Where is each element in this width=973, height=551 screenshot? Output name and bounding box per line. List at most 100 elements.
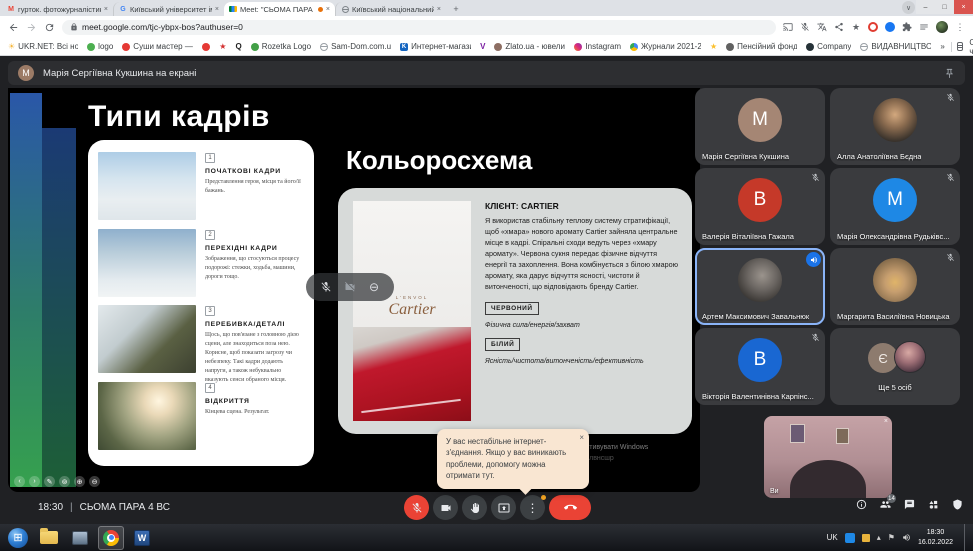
zoom-in-icon[interactable]: ⊕ bbox=[74, 476, 85, 487]
windows-start-icon: ⊞ bbox=[8, 528, 28, 548]
present-button[interactable] bbox=[491, 495, 516, 520]
more-options-button[interactable]: ⋮ bbox=[520, 495, 545, 520]
app-taskbar-button[interactable] bbox=[67, 526, 93, 550]
camera-button[interactable] bbox=[433, 495, 458, 520]
tray-clock[interactable]: 18:30 16.02.2022 bbox=[918, 528, 953, 547]
explorer-taskbar-button[interactable] bbox=[36, 526, 62, 550]
chat-icon[interactable] bbox=[904, 499, 915, 510]
bookmark-star2[interactable]: ★ bbox=[710, 43, 717, 51]
bookmark-v[interactable]: V bbox=[480, 43, 485, 51]
window-close-button[interactable]: × bbox=[954, 0, 973, 14]
bookmark-pension[interactable]: Пенсійний фонд У... bbox=[726, 42, 797, 51]
bookmark-rozetka[interactable]: Rozetka Logo bbox=[251, 42, 311, 51]
tab-university[interactable]: G Київський університет імені Бор × bbox=[113, 2, 224, 16]
laser-icon[interactable]: ⊚ bbox=[59, 476, 70, 487]
show-desktop-button[interactable] bbox=[964, 524, 970, 551]
url-field[interactable]: meet.google.com/tjc-ybpx-bos?authuser=0 bbox=[62, 20, 776, 35]
activities-icon[interactable] bbox=[928, 499, 939, 510]
bookmark-red[interactable] bbox=[202, 43, 210, 51]
star-icon: ★ bbox=[219, 43, 226, 51]
more-people-tile[interactable]: Є Ще 5 осіб bbox=[830, 328, 960, 405]
item-number: 4 bbox=[205, 383, 215, 393]
back-icon[interactable] bbox=[8, 22, 19, 33]
bookmark-drive[interactable]: Журнали 2021-2022 bbox=[630, 42, 701, 51]
reading-list-label[interactable]: Список читання bbox=[969, 38, 973, 56]
participant-tile[interactable]: Алла Анатоліївна Бєдна bbox=[830, 88, 960, 165]
bookmark-shop[interactable]: KИнтернет-магазин... bbox=[400, 42, 471, 51]
profile-avatar[interactable] bbox=[936, 21, 948, 33]
tab-search-chevron-icon[interactable]: ∨ bbox=[902, 1, 915, 14]
avatar: М bbox=[873, 178, 917, 222]
bookmark-instagram[interactable]: Instagram bbox=[574, 42, 621, 51]
tooltip-close-icon[interactable]: × bbox=[579, 432, 584, 444]
tab-close-icon[interactable]: × bbox=[326, 6, 330, 13]
avatar: В bbox=[738, 178, 782, 222]
bookmark-star-icon[interactable]: ★ bbox=[851, 22, 861, 32]
tab-knu[interactable]: Київський національний універ × bbox=[335, 2, 446, 16]
tray-up-arrow-icon[interactable]: ▴ bbox=[877, 534, 881, 542]
letter-v-icon: V bbox=[480, 43, 485, 51]
forward-icon[interactable] bbox=[26, 22, 37, 33]
word-taskbar-button[interactable]: W bbox=[129, 526, 155, 550]
chrome-taskbar-button[interactable] bbox=[98, 526, 124, 550]
participants-grid: М Марія Сергіївна Кукшина Алла Анатоліїв… bbox=[695, 88, 965, 405]
participant-tile[interactable]: М Марія Олександрівна Рудьківс... bbox=[830, 168, 960, 245]
bookmark-ukrnet[interactable]: ☀UKR.NET: Всі нови... bbox=[8, 42, 78, 51]
host-controls-shield-icon[interactable] bbox=[952, 499, 963, 510]
participant-tile-speaking[interactable]: Артем Максимович Завальнюк bbox=[695, 248, 825, 325]
participant-tile[interactable]: М Марія Сергіївна Кукшина bbox=[695, 88, 825, 165]
participant-tile[interactable]: В Валерія Віталіївна Гажала bbox=[695, 168, 825, 245]
raise-hand-button[interactable] bbox=[462, 495, 487, 520]
tab-close-icon[interactable]: × bbox=[215, 6, 219, 13]
volume-icon[interactable] bbox=[902, 533, 911, 542]
pen-icon[interactable]: ✎ bbox=[44, 476, 55, 487]
extension-blue-icon[interactable] bbox=[885, 22, 895, 32]
new-tab-button[interactable]: + bbox=[450, 3, 462, 15]
participant-tile[interactable]: В Вікторія Валентинівна Карпінс... bbox=[695, 328, 825, 405]
tray-app-icon-2[interactable] bbox=[862, 534, 870, 542]
tray-app-icon[interactable] bbox=[845, 533, 855, 543]
bookmark-samdom[interactable]: Sam-Dom.com.ua... bbox=[320, 42, 391, 51]
people-icon[interactable]: 14 bbox=[880, 499, 891, 510]
bookmark-star[interactable]: ★ bbox=[219, 43, 226, 51]
camera-off-icon[interactable] bbox=[344, 281, 356, 293]
bookmark-q[interactable]: Q bbox=[235, 43, 241, 51]
mic-off-icon[interactable] bbox=[320, 281, 332, 293]
next-slide-icon[interactable]: › bbox=[29, 476, 40, 487]
tab-gmail[interactable]: M гурток. фотожурналістика - t.u × bbox=[2, 2, 113, 16]
bookmark-vydavnytstvo[interactable]: ВИДАВНИЦТВО ЛЕ... bbox=[860, 42, 931, 51]
share-icon[interactable] bbox=[834, 22, 844, 32]
prev-slide-icon[interactable]: ‹ bbox=[14, 476, 25, 487]
minimize-icon[interactable]: ⊖ bbox=[368, 281, 380, 293]
pin-icon[interactable] bbox=[944, 68, 955, 79]
extension-o-icon[interactable] bbox=[868, 22, 878, 32]
end-call-button[interactable] bbox=[549, 495, 591, 520]
network-flag-icon[interactable]: ⚑ bbox=[888, 534, 895, 542]
translate-icon[interactable] bbox=[817, 22, 827, 32]
reading-lines-icon[interactable] bbox=[919, 22, 929, 32]
bookmark-sushi[interactable]: Суши мастер — за... bbox=[122, 42, 193, 51]
info-icon[interactable] bbox=[856, 499, 867, 510]
tab-close-icon[interactable]: × bbox=[437, 6, 441, 13]
bookmarks-overflow-icon[interactable]: » bbox=[940, 42, 944, 51]
bookmark-logo[interactable]: logo bbox=[87, 42, 113, 51]
mic-button[interactable] bbox=[404, 495, 429, 520]
bookmark-company[interactable]: Company bbox=[806, 42, 851, 51]
tab-close-icon[interactable]: × bbox=[104, 6, 108, 13]
participant-tile[interactable]: Маргарита Василіївна Новицька bbox=[830, 248, 960, 325]
extensions-puzzle-icon[interactable] bbox=[902, 22, 912, 32]
bookmark-zlato[interactable]: Zlato.ua - ювелирн... bbox=[494, 42, 565, 51]
window-minimize-button[interactable]: – bbox=[916, 0, 935, 14]
start-button[interactable]: ⊞ bbox=[5, 526, 31, 550]
browser-menu-icon[interactable]: ⋮ bbox=[955, 22, 965, 32]
cast-icon[interactable] bbox=[783, 22, 793, 32]
self-view-tile[interactable]: × Ви bbox=[764, 416, 892, 498]
close-icon[interactable]: × bbox=[884, 418, 888, 425]
window-maximize-button[interactable]: □ bbox=[935, 0, 954, 14]
reload-icon[interactable] bbox=[44, 22, 55, 33]
language-indicator[interactable]: UK bbox=[827, 533, 838, 542]
zoom-out-icon[interactable]: ⊖ bbox=[89, 476, 100, 487]
tab-meet-active[interactable]: Meet: "СЬОМА ПАРА 4 ВС" × bbox=[224, 2, 335, 16]
frame-type-row: 4 ВІДКРИТТЯ Кінцева сцена. Результат. bbox=[98, 382, 304, 454]
mic-blocked-icon[interactable] bbox=[800, 22, 810, 32]
